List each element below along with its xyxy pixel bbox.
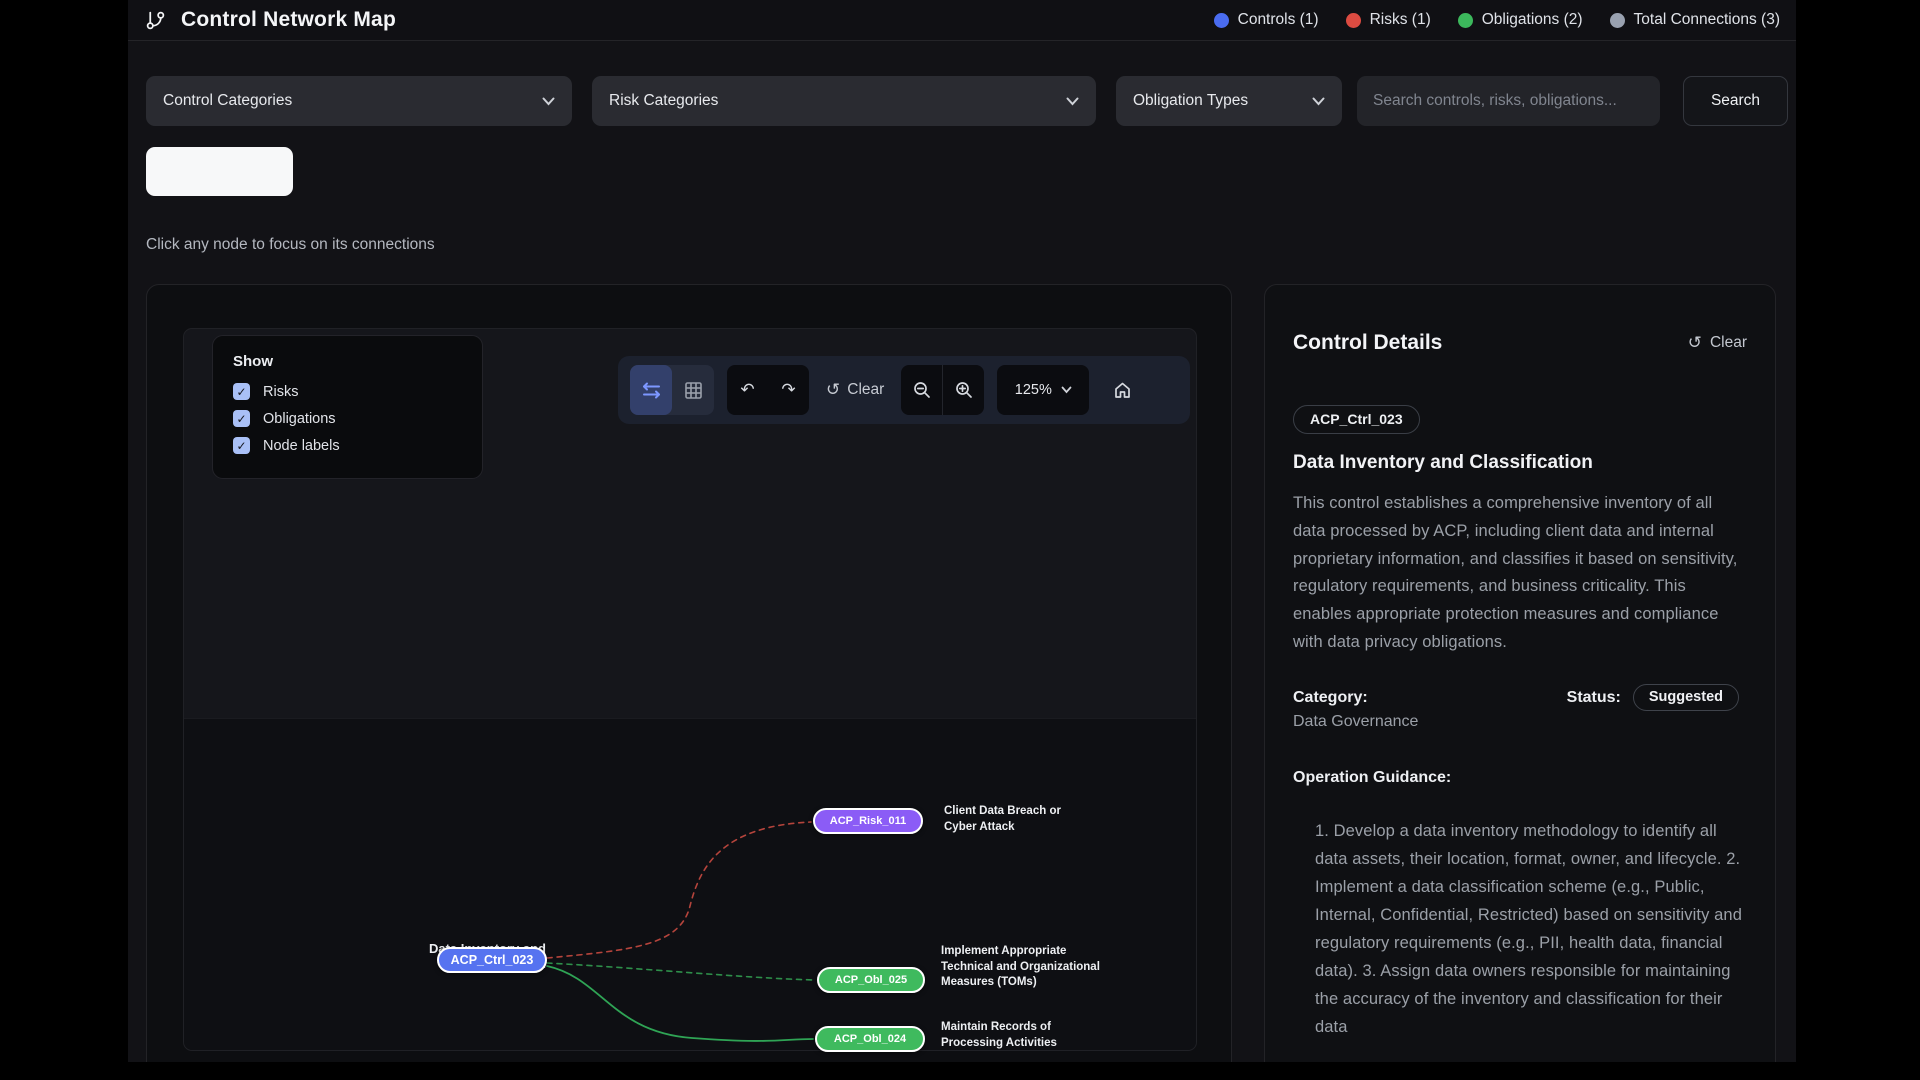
- legend-obligations: Obligations (2): [1458, 11, 1583, 29]
- redo-icon: ↷: [781, 380, 795, 400]
- control-categories-select-label: Control Categories: [163, 92, 292, 110]
- legend: Controls (1) Risks (1) Obligations (2) T…: [1214, 11, 1780, 29]
- zoom-level-select[interactable]: 125%: [997, 365, 1089, 415]
- total-connections-dot-icon: [1610, 13, 1625, 28]
- checkbox-obligations[interactable]: ✓ Obligations: [233, 410, 462, 427]
- redo-button[interactable]: ↷: [768, 365, 809, 415]
- category-label: Category:: [1293, 689, 1418, 707]
- zoom-level-value: 125%: [1015, 382, 1052, 398]
- legend-controls-label: Controls (1): [1238, 11, 1319, 29]
- control-name-heading: Data Inventory and Classification: [1293, 452, 1747, 474]
- history-group: ↶ ↷: [727, 365, 809, 415]
- undo-button[interactable]: ↶: [727, 365, 768, 415]
- zoom-in-button[interactable]: [943, 365, 984, 415]
- rotate-ccw-icon: ↺: [826, 380, 840, 400]
- search-input[interactable]: [1357, 76, 1660, 126]
- search-button[interactable]: Search: [1683, 76, 1788, 126]
- rotate-ccw-icon: ↺: [1688, 333, 1702, 353]
- checkbox-risks-label: Risks: [263, 384, 298, 400]
- details-clear-button[interactable]: ↺ Clear: [1688, 333, 1747, 353]
- category-block: Category: Data Governance: [1293, 689, 1418, 731]
- checkbox-node-labels-label: Node labels: [263, 438, 340, 454]
- checkbox-checked-icon[interactable]: ✓: [233, 410, 250, 427]
- show-panel-title: Show: [233, 353, 462, 370]
- node-obligation-ACP_Obl_025[interactable]: ACP_Obl_025: [817, 967, 925, 993]
- show-panel: Show ✓ Risks ✓ Obligations ✓ Node labels: [212, 335, 483, 479]
- node-control-ACP_Ctrl_023[interactable]: ACP_Ctrl_023: [437, 947, 547, 973]
- graph-clear-label: Clear: [847, 381, 884, 399]
- graph-clear-button[interactable]: ↺ Clear: [826, 380, 884, 400]
- node-risk-ACP_Risk_011[interactable]: ACP_Risk_011: [813, 808, 923, 834]
- legend-total-connections-label: Total Connections (3): [1634, 11, 1780, 29]
- risks-dot-icon: [1346, 13, 1361, 28]
- operation-guidance-text: 1. Develop a data inventory methodology …: [1293, 817, 1747, 1041]
- controls-dot-icon: [1214, 13, 1229, 28]
- graph-toolbar: ↶ ↷ ↺ Clear: [618, 356, 1190, 424]
- zoom-out-icon: [913, 381, 931, 399]
- app-root: Control Network Map Controls (1) Risks (…: [128, 0, 1796, 1062]
- graph-hint-text: Click any node to focus on its connectio…: [146, 236, 435, 254]
- category-value: Data Governance: [1293, 713, 1418, 731]
- risk-categories-select[interactable]: Risk Categories: [592, 76, 1096, 126]
- checkbox-checked-icon[interactable]: ✓: [233, 383, 250, 400]
- checkbox-checked-icon[interactable]: ✓: [233, 437, 250, 454]
- node-label-risk: Client Data Breach or Cyber Attack: [944, 804, 1074, 835]
- swap-arrows-icon: [642, 382, 661, 399]
- legend-total-connections: Total Connections (3): [1610, 11, 1780, 29]
- legend-risks: Risks (1): [1346, 11, 1431, 29]
- zoom-in-icon: [955, 381, 973, 399]
- checkbox-obligations-label: Obligations: [263, 411, 336, 427]
- operation-guidance-label: Operation Guidance:: [1293, 769, 1747, 787]
- graph-canvas[interactable]: [184, 718, 1196, 1051]
- status-badge: Suggested: [1633, 684, 1739, 711]
- control-id-badge: ACP_Ctrl_023: [1293, 405, 1420, 434]
- grid-icon: [685, 382, 702, 399]
- grid-layout-toggle[interactable]: [672, 365, 714, 415]
- zoom-out-button[interactable]: [901, 365, 942, 415]
- chevron-down-icon: [1312, 97, 1325, 106]
- fit-view-button[interactable]: [1102, 365, 1142, 415]
- risk-categories-select-label: Risk Categories: [609, 92, 718, 110]
- details-panel-title: Control Details: [1293, 331, 1442, 355]
- chevron-down-icon: [1061, 386, 1072, 394]
- header-bar: Control Network Map Controls (1) Risks (…: [128, 0, 1796, 41]
- obligation-types-select[interactable]: Obligation Types: [1116, 76, 1342, 126]
- status-label: Status:: [1567, 689, 1621, 707]
- network-branch-icon: [145, 10, 166, 31]
- home-icon: [1113, 381, 1132, 400]
- layout-toggle-group: [630, 365, 714, 415]
- node-obligation-ACP_Obl_024[interactable]: ACP_Obl_024: [815, 1026, 925, 1052]
- empty-white-button[interactable]: [146, 147, 293, 196]
- checkbox-node-labels[interactable]: ✓ Node labels: [233, 437, 462, 454]
- node-label-obligation-025: Implement Appropriate Technical and Orga…: [941, 944, 1103, 991]
- flow-layout-toggle[interactable]: [630, 365, 672, 415]
- undo-icon: ↶: [740, 380, 754, 400]
- checkbox-risks[interactable]: ✓ Risks: [233, 383, 462, 400]
- chevron-down-icon: [542, 97, 555, 106]
- page-title: Control Network Map: [181, 8, 396, 32]
- legend-obligations-label: Obligations (2): [1482, 11, 1583, 29]
- control-details-panel: Control Details ↺ Clear ACP_Ctrl_023 Dat…: [1264, 284, 1776, 1062]
- node-label-obligation-024: Maintain Records of Processing Activitie…: [941, 1020, 1071, 1051]
- zoom-group: [901, 365, 984, 415]
- control-description: This control establishes a comprehensive…: [1293, 490, 1747, 657]
- legend-risks-label: Risks (1): [1370, 11, 1431, 29]
- legend-controls: Controls (1): [1214, 11, 1319, 29]
- details-clear-label: Clear: [1710, 334, 1747, 352]
- control-categories-select[interactable]: Control Categories: [146, 76, 572, 126]
- obligations-dot-icon: [1458, 13, 1473, 28]
- network-graph-container: Show ✓ Risks ✓ Obligations ✓ Node labels: [183, 328, 1197, 1051]
- chevron-down-icon: [1066, 97, 1079, 106]
- obligation-types-select-label: Obligation Types: [1133, 92, 1248, 110]
- status-block: Status: Suggested: [1567, 689, 1739, 716]
